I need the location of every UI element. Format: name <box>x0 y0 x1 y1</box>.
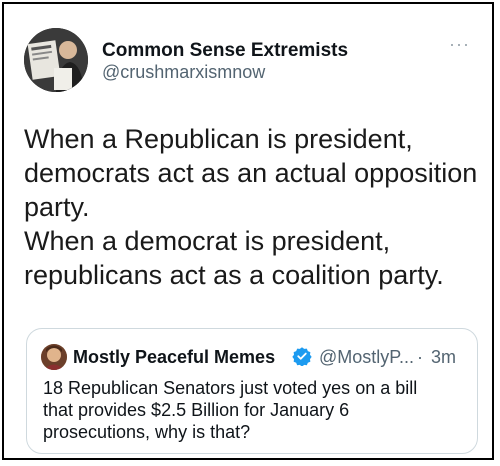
more-horizontal-icon[interactable]: ··· <box>449 34 470 55</box>
quoted-author-avatar[interactable] <box>41 344 67 370</box>
quoted-tweet[interactable]: Mostly Peaceful Memes @MostlyP... · 3m 1… <box>26 328 478 454</box>
quoted-display-name[interactable]: Mostly Peaceful Memes <box>73 347 275 368</box>
tweet-card: Common Sense Extremists @crushmarxismnow… <box>2 2 494 460</box>
quoted-tweet-text: 18 Republican Senators just voted yes on… <box>43 378 418 442</box>
verified-badge-icon <box>292 347 312 366</box>
quoted-handle[interactable]: @MostlyP... <box>319 347 414 368</box>
tweet-text: When a Republican is president, democrat… <box>24 124 478 290</box>
quoted-timestamp[interactable]: 3m <box>431 347 456 368</box>
separator-dot: · <box>417 347 423 367</box>
author-avatar[interactable] <box>24 28 88 92</box>
author-handle[interactable]: @crushmarxismnow <box>102 62 265 83</box>
author-display-name[interactable]: Common Sense Extremists <box>102 40 348 62</box>
